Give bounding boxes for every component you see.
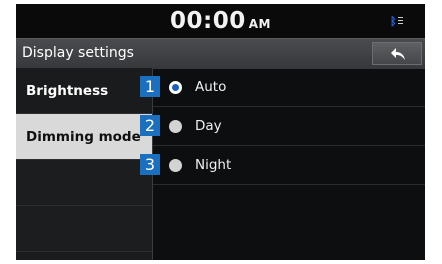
callout-number: 1 <box>140 76 160 97</box>
back-button[interactable] <box>372 42 422 65</box>
title-bar: Display settings <box>16 38 425 69</box>
radio-button-selected[interactable] <box>169 81 182 94</box>
status-bar: 00:00 AM ᛒ <box>16 4 425 38</box>
sidebar: Brightness Dimming mode <box>16 68 152 260</box>
radio-button[interactable] <box>169 120 182 133</box>
bluetooth-icon: ᛒ <box>390 15 404 29</box>
clock-time: 00:00 <box>170 8 246 34</box>
head-unit-screen: 00:00 AM ᛒ Display settings Brightness Di… <box>16 4 425 260</box>
sidebar-item-label: Dimming mode <box>26 129 141 145</box>
clock-ampm: AM <box>248 17 271 31</box>
option-auto[interactable]: 1 Auto <box>140 68 425 107</box>
option-day[interactable]: 2 Day <box>140 107 425 146</box>
sidebar-item-label: Brightness <box>26 83 109 99</box>
option-label: Day <box>195 118 222 134</box>
sidebar-item-dimming-mode[interactable]: Dimming mode <box>16 114 152 160</box>
radio-button[interactable] <box>169 159 182 172</box>
sidebar-item-brightness[interactable]: Brightness <box>16 68 152 114</box>
option-label: Night <box>195 157 232 173</box>
back-arrow-icon <box>391 48 405 60</box>
option-night[interactable]: 3 Night <box>140 146 425 185</box>
clock: 00:00 AM <box>16 8 425 34</box>
sidebar-item-empty <box>16 160 152 206</box>
callout-number: 3 <box>140 154 160 175</box>
page-title: Display settings <box>22 45 134 61</box>
sidebar-item-empty <box>16 206 152 252</box>
option-label: Auto <box>195 79 227 95</box>
callout-number: 2 <box>140 115 160 136</box>
